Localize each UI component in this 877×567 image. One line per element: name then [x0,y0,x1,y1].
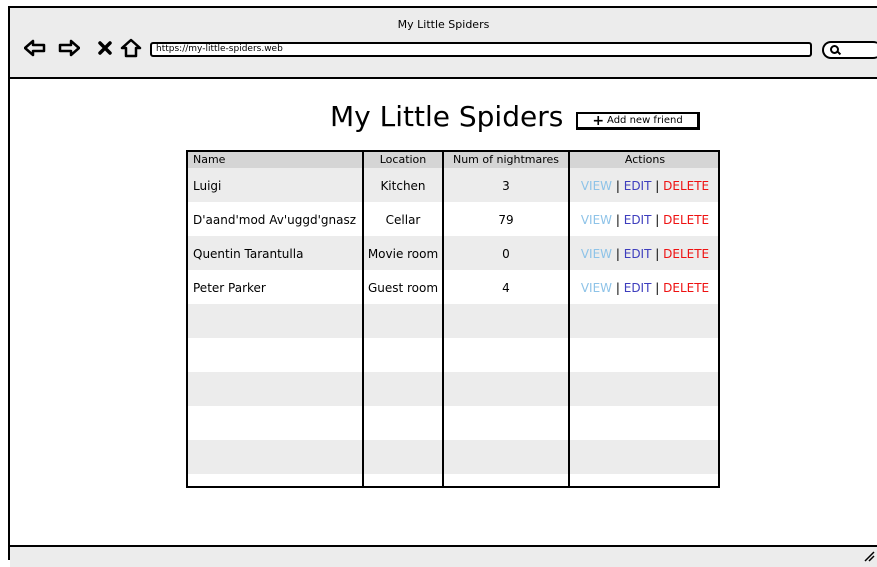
spiders-table: Name Location Num of nightmares Actions … [186,150,720,488]
row-actions: VIEW | EDIT | DELETE [570,179,718,193]
delete-link[interactable]: DELETE [663,247,709,261]
cell-nightmares: 3 [502,179,510,193]
cell-location: Guest room [367,281,439,295]
row-actions: VIEW | EDIT | DELETE [570,247,718,261]
view-link[interactable]: VIEW [581,247,612,261]
cell-nightmares: 0 [502,247,510,261]
cell-location: Kitchen [380,179,426,193]
plus-icon: + [592,112,605,129]
close-x-icon[interactable] [94,38,116,58]
browser-chrome: My Little Spiders https://my-little-spid… [10,8,877,79]
edit-link[interactable]: EDIT [624,247,652,261]
home-icon[interactable] [120,38,142,58]
action-separator: | [655,213,660,227]
column-divider [442,152,444,486]
edit-link[interactable]: EDIT [624,213,652,227]
action-separator: | [615,179,620,193]
delete-link[interactable]: DELETE [663,179,709,193]
search-icon [830,45,839,54]
row-actions: VIEW | EDIT | DELETE [570,213,718,227]
cell-name: Quentin Tarantulla [193,247,304,261]
delete-link[interactable]: DELETE [663,213,709,227]
cell-nightmares: 4 [502,281,510,295]
header-name[interactable]: Name [193,153,225,166]
action-separator: | [655,179,660,193]
status-bar [10,545,877,567]
back-arrow-icon[interactable] [24,38,46,58]
edit-link[interactable]: EDIT [624,179,652,193]
action-separator: | [615,281,620,295]
row-actions: VIEW | EDIT | DELETE [570,281,718,295]
header-nightmares[interactable]: Num of nightmares [444,153,568,166]
window-title: My Little Spiders [397,18,490,31]
action-separator: | [615,213,620,227]
forward-arrow-icon[interactable] [58,38,80,58]
add-new-friend-button[interactable]: + Add new friend [576,112,700,130]
column-divider [568,152,570,486]
search-field[interactable] [822,41,877,59]
table-row [188,304,718,338]
cell-location: Movie room [367,247,439,261]
cell-name: Luigi [193,179,222,193]
column-divider [362,152,364,486]
table-row [188,440,718,474]
header-actions: Actions [624,153,666,166]
cell-name: D'aand'mod Av'uggd'gnasz [193,213,357,227]
cell-name: Peter Parker [193,281,266,295]
add-new-friend-label: Add new friend [607,114,683,126]
action-separator: | [655,247,660,261]
view-link[interactable]: VIEW [581,281,612,295]
action-separator: | [615,247,620,261]
resize-grip-icon[interactable] [863,547,875,566]
page-title: My Little Spiders [330,100,564,133]
cell-nightmares: 79 [498,213,514,227]
cell-location: Cellar [385,213,421,227]
address-bar[interactable]: https://my-little-spiders.web [150,42,812,57]
view-link[interactable]: VIEW [581,179,612,193]
view-link[interactable]: VIEW [581,213,612,227]
header-location[interactable]: Location [364,153,442,166]
edit-link[interactable]: EDIT [624,281,652,295]
browser-window: My Little Spiders https://my-little-spid… [8,6,877,567]
table-row [188,372,718,406]
delete-link[interactable]: DELETE [663,281,709,295]
action-separator: | [655,281,660,295]
